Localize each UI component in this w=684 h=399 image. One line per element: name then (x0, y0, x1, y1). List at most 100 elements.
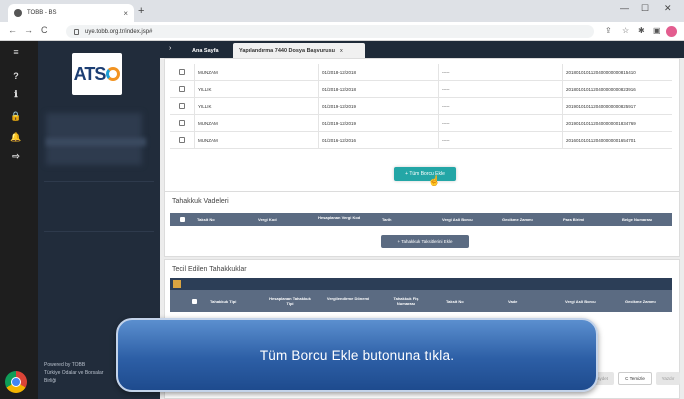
col-header: Tahakkuk Fiş Numarası (393, 296, 419, 306)
hand-cursor-icon: ☝ (428, 176, 441, 187)
print-button[interactable]: Yazdır (656, 372, 680, 385)
col-header: Tarih (382, 217, 392, 222)
info-icon[interactable]: ℹ (9, 89, 23, 100)
minimize-button[interactable]: — (620, 3, 629, 13)
app-tab-bar: › Ana Sayfa Yapılandırma 7440 Dosya Başv… (160, 41, 684, 58)
col-header: Gecikme Zammı (625, 299, 656, 304)
tab-home[interactable]: Ana Sayfa (186, 43, 225, 58)
table-row[interactable]: MUNZAM 01/2018-12/2018 ----- 20180101011204… (170, 64, 672, 81)
lock-icon (74, 28, 79, 35)
tahakkuk-vadeleri-header: Taksit No Vergi Kod Hesaplanan Vergi Kod… (170, 213, 672, 226)
tab-scroll-arrow-icon[interactable]: › (169, 45, 171, 52)
column-divider (562, 98, 563, 115)
table-cell: MUNZAM (198, 138, 218, 143)
table-cell: 01/2018-12/2018 (322, 87, 357, 92)
tab-close-icon[interactable]: × (123, 9, 128, 18)
table-cell: 2016010101120400000001654701 (566, 138, 636, 143)
col-header: Vade (508, 299, 518, 304)
select-all-checkbox[interactable] (192, 299, 197, 304)
help-icon[interactable]: ? (9, 71, 23, 81)
table-cell: 01/2019-12/2019 (322, 121, 357, 126)
table-cell: ----- (442, 87, 450, 92)
add-all-debt-button[interactable]: + Tüm Borcu Ekle (394, 167, 456, 181)
table-row[interactable]: MUNZAM 01/2019-12/2019 ----- 20190101011204… (170, 115, 672, 132)
ats-logo: ATS (72, 53, 122, 95)
table-cell: MUNZAM (198, 70, 218, 75)
share-icon[interactable]: ⇪ (605, 26, 612, 35)
excel-export-icon[interactable] (173, 280, 181, 288)
row-checkbox[interactable] (179, 69, 185, 75)
sidepanel-icon[interactable]: ▣ (653, 26, 661, 35)
logo-ring-icon (106, 67, 121, 81)
add-installments-button[interactable]: + Tahakkuk Taksitlerini Ekle (381, 235, 469, 248)
bell-icon[interactable]: 🔔 (9, 132, 23, 143)
table-cell: ----- (442, 70, 450, 75)
sidebar-divider (44, 181, 154, 182)
table-cell: 2018010101120400000000823916 (566, 87, 636, 92)
table-cell: ----- (442, 104, 450, 109)
row-checkbox[interactable] (179, 103, 185, 109)
maximize-button[interactable]: ☐ (641, 3, 649, 14)
browser-tab[interactable]: TOBB - BS × (8, 4, 134, 22)
tab-close-icon[interactable]: x (340, 48, 343, 54)
column-divider (562, 115, 563, 132)
clear-button[interactable]: C Temizle (618, 372, 652, 385)
tab-yapilandirma[interactable]: Yapılandırma 7440 Dosya Başvurusu x (233, 43, 365, 58)
url-field[interactable]: uye.tobb.org.tr/index.jsp# (66, 25, 594, 38)
tab-home-label: Ana Sayfa (192, 47, 219, 54)
bookmark-star-icon[interactable]: ☆ (622, 26, 629, 35)
col-header: Belge Numarası (622, 217, 653, 222)
column-divider (318, 98, 319, 115)
column-divider (318, 115, 319, 132)
footer-line: Powered by TOBB (44, 362, 86, 368)
table-row[interactable]: YILLIK 01/2018-12/2018 ----- 20180101011204… (170, 81, 672, 98)
url-text: uye.tobb.org.tr/index.jsp# (85, 28, 153, 35)
row-checkbox[interactable] (179, 86, 185, 92)
column-divider (194, 81, 195, 98)
tecil-header: Tahakkuk Tipi Hesaplanan Tahakkuk Tipi V… (170, 290, 672, 312)
col-header: Taksit No (197, 217, 215, 222)
table-row[interactable]: YILLIK 01/2019-12/2019 ----- 20190101011204… (170, 98, 672, 115)
table-cell: 01/2019-12/2019 (322, 104, 357, 109)
column-divider (318, 64, 319, 81)
icon-rail: ≡ ? ℹ 🔒 🔔 ⇨ (0, 41, 38, 399)
instruction-text: Tüm Borcu Ekle butonuna tıkla. (259, 347, 455, 363)
extensions-icon[interactable]: ✱ (638, 26, 645, 35)
tecil-toolbar (170, 278, 672, 290)
column-divider (562, 64, 563, 81)
profile-avatar[interactable] (666, 26, 677, 37)
logout-icon[interactable]: ⇨ (9, 151, 23, 162)
browser-tab-bar: TOBB - BS × + — ☐ ✕ (0, 0, 684, 22)
new-tab-button[interactable]: + (138, 5, 144, 17)
table-cell: YILLIK (198, 87, 212, 92)
menu-icon[interactable]: ≡ (9, 47, 23, 57)
table-cell: ----- (442, 121, 450, 126)
tahakkuk-vadeleri-title: Tahakkuk Vadeleri (172, 198, 229, 205)
table-cell: ----- (442, 138, 450, 143)
forward-button[interactable]: → (24, 25, 33, 35)
col-header: Vergi Asli Borcu (565, 299, 596, 304)
sidebar-divider (44, 231, 154, 232)
reload-button[interactable]: C (41, 25, 48, 35)
table-cell: 2019010101120400000000825917 (566, 104, 636, 109)
row-checkbox[interactable] (179, 137, 185, 143)
favicon-icon (14, 9, 22, 17)
select-all-checkbox[interactable] (180, 217, 185, 222)
col-header: Para Birimi (563, 217, 585, 222)
column-divider (438, 98, 439, 115)
column-divider (438, 81, 439, 98)
col-header: Hesaplanan Vergi Kod (318, 215, 361, 220)
table-row[interactable]: MUNZAM 01/2016-12/2016 ----- 20160101011204… (170, 132, 672, 149)
column-divider (562, 132, 563, 149)
col-header: Gecikme Zammı (502, 217, 533, 222)
powered-by-footer: Powered by TOBB Türkiye Odalar ve Borsal… (44, 361, 103, 385)
column-divider (318, 81, 319, 98)
lock-rail-icon[interactable]: 🔒 (9, 111, 23, 122)
table-cell: 2019010101120400000001834769 (566, 121, 636, 126)
column-divider (194, 98, 195, 115)
footer-line: Birliği (44, 378, 57, 384)
row-checkbox[interactable] (179, 120, 185, 126)
back-button[interactable]: ← (8, 25, 17, 35)
col-header: Vergi Asli Borcu (442, 217, 473, 222)
close-window-button[interactable]: ✕ (664, 3, 672, 14)
